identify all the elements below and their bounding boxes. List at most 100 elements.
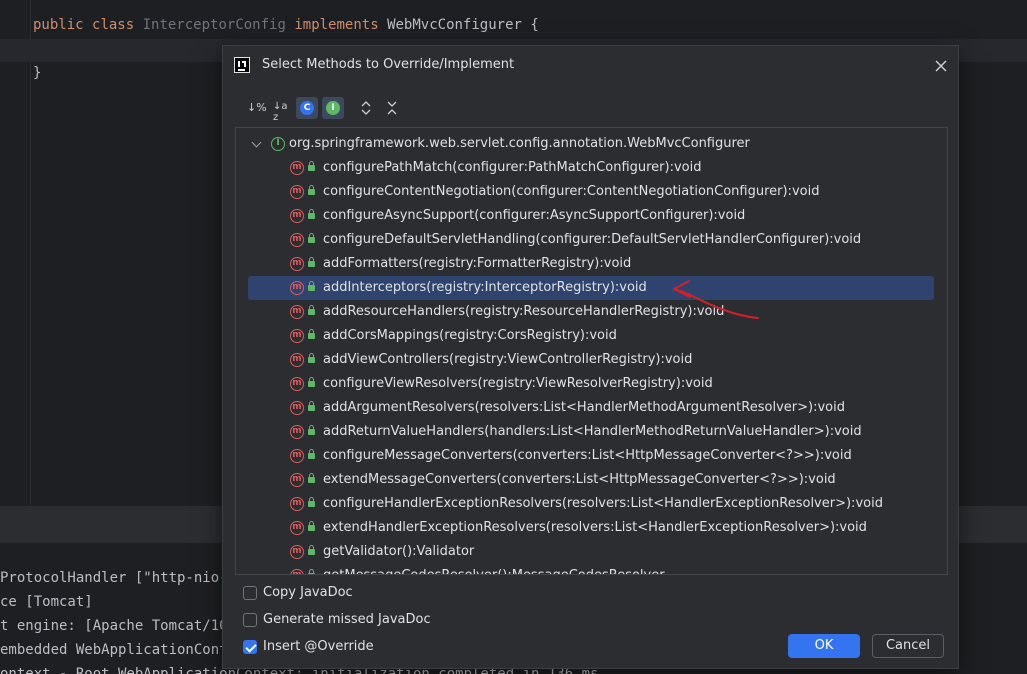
method-row[interactable]: m configureViewResolvers(registry:ViewRes…: [236, 372, 936, 396]
method-signature: configureMessageConverters(converters:Li…: [323, 448, 852, 463]
insert-override-checkbox[interactable]: [243, 640, 257, 654]
sort-visibility-icon: ↓%: [247, 101, 267, 114]
override-methods-dialog: Select Methods to Override/Implement ↓% …: [222, 45, 959, 669]
method-signature: getValidator():Validator: [323, 544, 475, 559]
code-line-1[interactable]: public class InterceptorConfig implement…: [33, 17, 539, 33]
public-lock-icon: [308, 281, 315, 291]
collapse-all-button[interactable]: [381, 97, 403, 119]
public-lock-icon: [308, 233, 315, 243]
console-line: ProtocolHandler ["http-nio-8: [0, 570, 237, 586]
expand-all-button[interactable]: [355, 97, 377, 119]
interface-name: WebMvcConfigurer: [387, 17, 522, 33]
method-row[interactable]: m extendHandlerExceptionResolvers(resolve…: [236, 516, 936, 540]
cancel-button[interactable]: Cancel: [872, 634, 944, 658]
method-row[interactable]: m addCorsMappings(registry:CorsRegistry):…: [236, 324, 936, 348]
method-row[interactable]: m getMessageCodesResolver():MessageCodesR…: [236, 564, 936, 574]
method-signature: configureAsyncSupport(configurer:AsyncSu…: [323, 208, 746, 223]
method-signature: configureViewResolvers(registry:ViewReso…: [323, 376, 713, 391]
method-signature: addCorsMappings(registry:CorsRegistry):v…: [323, 328, 617, 343]
gutter-divider: [30, 0, 31, 505]
method-row[interactable]: m addReturnValueHandlers(handlers:List<Ha…: [236, 420, 936, 444]
method-row[interactable]: m configureMessageConverters(converters:L…: [236, 444, 936, 468]
method-row[interactable]: m configureHandlerExceptionResolvers(reso…: [236, 492, 936, 516]
ok-button[interactable]: OK: [788, 634, 860, 658]
method-icon: m: [290, 521, 304, 535]
sort-alpha-icon: ↓a z: [273, 101, 288, 123]
class-name: InterceptorConfig: [142, 17, 286, 33]
intellij-logo-icon: [234, 57, 250, 73]
close-icon: [935, 60, 947, 72]
sort-by-visibility-button[interactable]: ↓%: [243, 97, 267, 119]
method-signature: configurePathMatch(configurer:PathMatchC…: [323, 160, 702, 175]
public-lock-icon: [308, 305, 315, 315]
public-lock-icon: [308, 353, 315, 363]
insert-override-label: Insert @Override: [263, 639, 374, 654]
public-lock-icon: [308, 473, 315, 483]
method-signature: configureContentNegotiation(configurer:C…: [323, 184, 820, 199]
method-row[interactable]: m getValidator():Validator: [236, 540, 936, 564]
method-signature: addFormatters(registry:FormatterRegistry…: [323, 256, 632, 271]
keyword-class: class: [92, 17, 135, 33]
method-row[interactable]: m addResourceHandlers(registry:ResourceHa…: [236, 300, 936, 324]
method-row[interactable]: m configureDefaultServletHandling(configu…: [236, 228, 936, 252]
method-icon: m: [290, 161, 304, 175]
close-button[interactable]: [932, 57, 950, 75]
method-icon: m: [290, 233, 304, 247]
dialog-toolbar: ↓% ↓a z C I: [241, 97, 441, 123]
method-row[interactable]: m addFormatters(registry:FormatterRegistr…: [236, 252, 936, 276]
chevron-down-icon[interactable]: [251, 137, 262, 148]
method-icon: m: [290, 425, 304, 439]
public-lock-icon: [308, 425, 315, 435]
method-row[interactable]: m configurePathMatch(configurer:PathMatch…: [236, 156, 936, 180]
keyword-public: public: [33, 17, 84, 33]
show-classes-toggle[interactable]: C: [296, 97, 318, 119]
method-row[interactable]: m addInterceptors(registry:InterceptorReg…: [248, 276, 934, 300]
method-signature: extendHandlerExceptionResolvers(resolver…: [323, 520, 867, 535]
keyword-implements: implements: [294, 17, 379, 33]
method-row[interactable]: m extendMessageConverters(converters:List…: [236, 468, 936, 492]
public-lock-icon: [308, 377, 315, 387]
expand-all-icon: [361, 101, 371, 115]
public-lock-icon: [308, 545, 315, 555]
public-lock-icon: [308, 401, 315, 411]
method-icon: m: [290, 281, 304, 295]
class-icon: C: [300, 101, 314, 115]
method-icon: m: [290, 497, 304, 511]
method-signature: addViewControllers(registry:ViewControll…: [323, 352, 693, 367]
public-lock-icon: [308, 329, 315, 339]
show-interfaces-toggle[interactable]: I: [322, 97, 344, 119]
method-signature: addInterceptors(registry:InterceptorRegi…: [323, 280, 647, 295]
method-row[interactable]: m configureAsyncSupport(configurer:AsyncS…: [236, 204, 936, 228]
method-row[interactable]: m configureContentNegotiation(configurer:…: [236, 180, 936, 204]
copy-javadoc-label: Copy JavaDoc: [263, 585, 353, 600]
method-icon: m: [290, 185, 304, 199]
method-icon: m: [290, 545, 304, 559]
public-lock-icon: [308, 209, 315, 219]
copy-javadoc-checkbox[interactable]: [243, 586, 257, 600]
dialog-title: Select Methods to Override/Implement: [262, 57, 515, 72]
dialog-title-bar[interactable]: Select Methods to Override/Implement: [223, 46, 958, 86]
generate-javadoc-checkbox[interactable]: [243, 613, 257, 627]
public-lock-icon: [308, 161, 315, 171]
open-brace: {: [530, 17, 539, 33]
method-icon: m: [290, 353, 304, 367]
public-lock-icon: [308, 521, 315, 531]
method-icon: m: [290, 449, 304, 463]
method-icon: m: [290, 329, 304, 343]
public-lock-icon: [308, 449, 315, 459]
methods-tree[interactable]: I org.springframework.web.servlet.config…: [235, 127, 948, 575]
method-row[interactable]: m addViewControllers(registry:ViewControl…: [236, 348, 936, 372]
console-line: t engine: [Apache Tomcat/10.1: [0, 618, 245, 634]
method-icon: m: [290, 473, 304, 487]
tree-root-node[interactable]: I org.springframework.web.servlet.config…: [236, 132, 936, 156]
code-line-3[interactable]: }: [33, 65, 41, 81]
method-signature: configureDefaultServletHandling(configur…: [323, 232, 862, 247]
method-icon: m: [290, 401, 304, 415]
method-row[interactable]: m addArgumentResolvers(resolvers:List<Han…: [236, 396, 936, 420]
sort-alphabetically-button[interactable]: ↓a z: [270, 97, 292, 123]
generate-javadoc-label: Generate missed JavaDoc: [263, 612, 431, 627]
method-signature: extendMessageConverters(converters:List<…: [323, 472, 836, 487]
method-icon: m: [290, 257, 304, 271]
collapse-all-icon: [387, 101, 397, 115]
interface-qualified-name: org.springframework.web.servlet.config.a…: [289, 136, 750, 151]
